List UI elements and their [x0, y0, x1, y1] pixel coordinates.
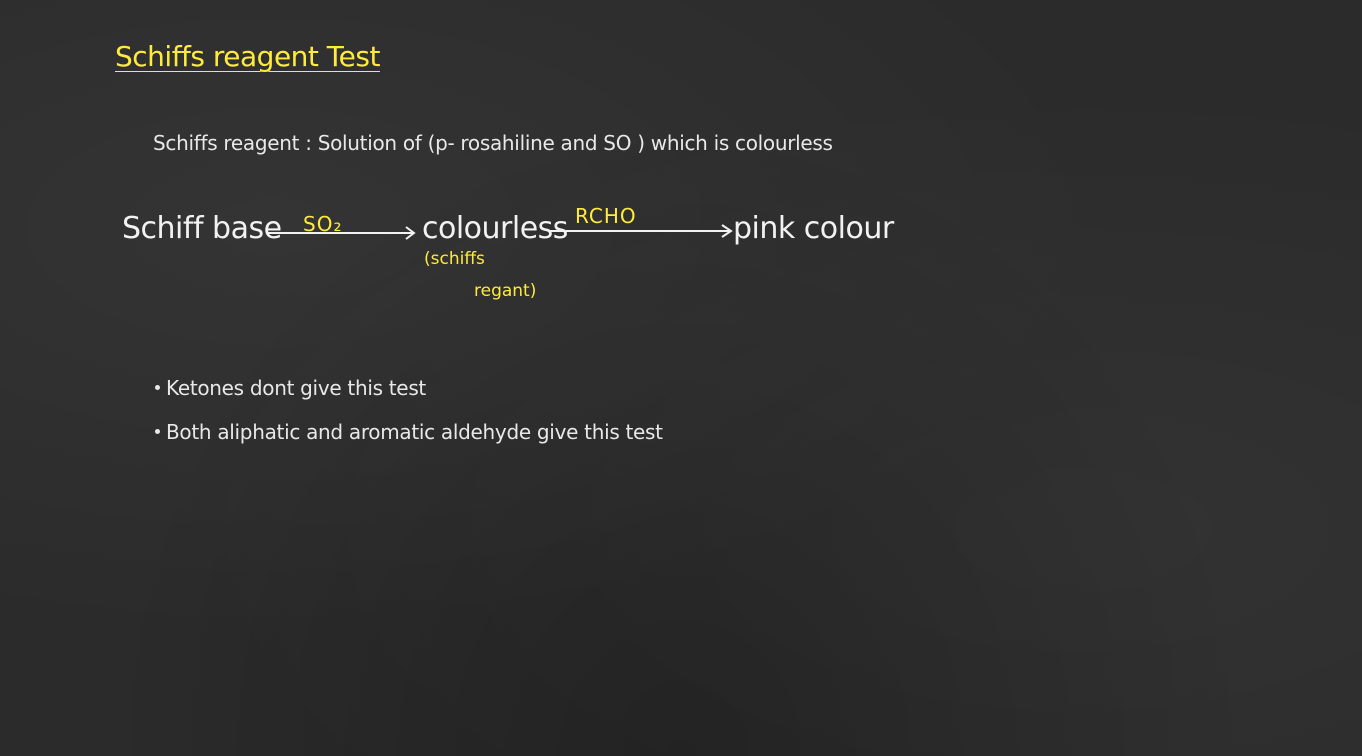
list-item-text: Ketones dont give this test — [166, 376, 426, 400]
reaction-scheme: Schiff base SO₂ colourless (schiffs rega… — [0, 0, 1362, 320]
bullet-dot-icon — [155, 385, 160, 390]
intermediate-note-line2: regant) — [474, 281, 537, 301]
bullet-dot-icon — [155, 429, 160, 434]
reactant-text: Schiff base — [122, 211, 282, 246]
arrow-2-icon — [550, 224, 733, 238]
arrow-1-icon — [268, 226, 416, 240]
list-item: Ketones dont give this test — [155, 376, 663, 420]
list-item-text: Both aliphatic and aromatic aldehyde giv… — [166, 420, 663, 444]
notes-list: Ketones dont give this test Both aliphat… — [155, 376, 663, 464]
intermediate-text: colourless — [422, 211, 568, 246]
intermediate-note-line1: (schiffs — [424, 249, 485, 269]
product-text: pink colour — [733, 211, 894, 246]
list-item: Both aliphatic and aromatic aldehyde giv… — [155, 420, 663, 464]
